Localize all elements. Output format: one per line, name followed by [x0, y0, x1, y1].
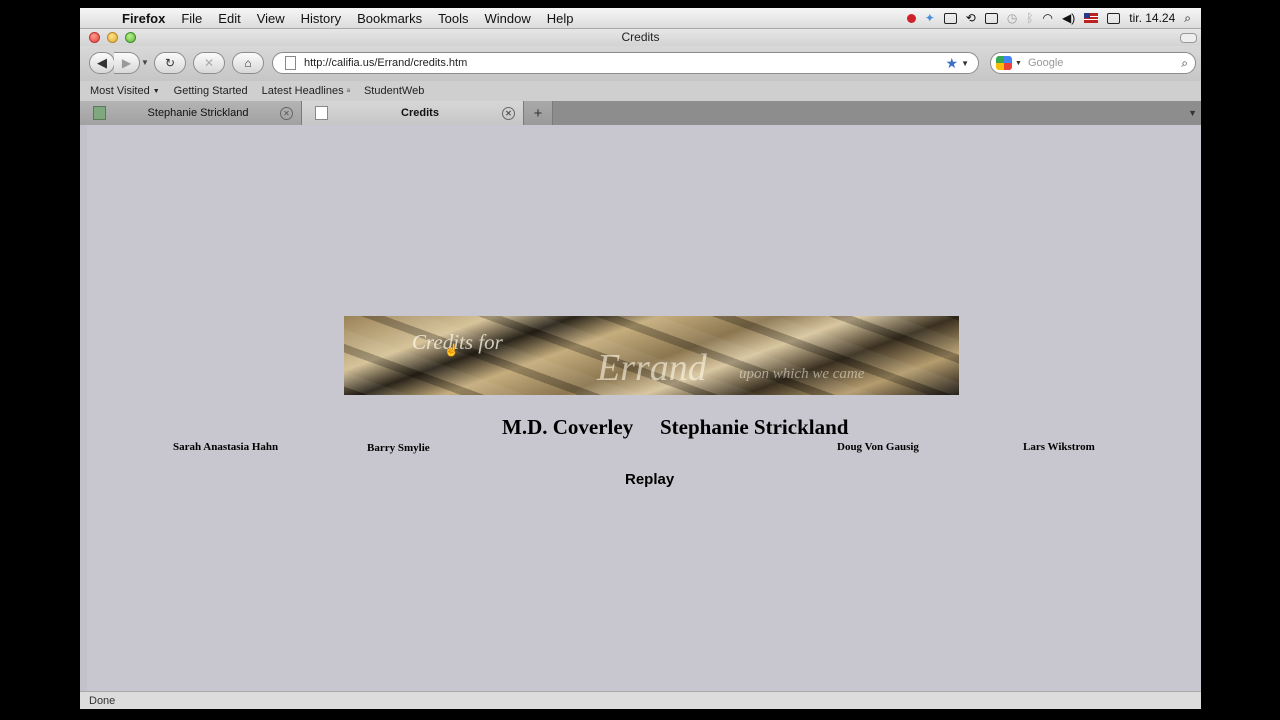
tab-label: Stephanie Strickland — [147, 107, 249, 119]
back-arrow-icon: ◀ — [97, 55, 107, 70]
history-dropdown-icon[interactable]: ▼ — [141, 58, 149, 67]
engine-dropdown-icon[interactable]: ▼ — [1015, 60, 1022, 67]
home-icon: ⌂ — [244, 56, 252, 70]
menu-bookmarks[interactable]: Bookmarks — [349, 11, 430, 26]
credit-md-coverley[interactable]: M.D. Coverley — [502, 415, 633, 440]
dropbox-icon[interactable]: ✦ — [925, 11, 935, 25]
close-window-button[interactable] — [89, 32, 100, 43]
bluetooth-icon[interactable]: ᛒ — [1026, 11, 1033, 25]
tab-bar: Stephanie Strickland ✕ Credits ✕ + ▼ — [80, 101, 1201, 125]
credits-banner-image: Credits for Errand upon which we came ☝ — [344, 316, 959, 395]
forward-button[interactable]: ▶ — [114, 52, 140, 74]
window-title: Credits — [621, 30, 660, 44]
menu-history[interactable]: History — [293, 11, 349, 26]
tab-stephanie-strickland[interactable]: Stephanie Strickland ✕ — [80, 101, 302, 125]
wifi-icon[interactable]: ◠ — [1043, 11, 1053, 25]
rss-icon: ᵃ — [346, 86, 350, 96]
close-tab-icon[interactable]: ✕ — [502, 106, 515, 120]
status-text: Done — [89, 695, 116, 707]
credit-stephanie-strickland[interactable]: Stephanie Strickland — [660, 415, 848, 440]
sync-icon[interactable]: ⟲ — [966, 11, 976, 25]
google-engine-icon[interactable] — [996, 56, 1012, 70]
status-bar: Done — [80, 691, 1201, 709]
banner-title: Errand — [597, 347, 707, 389]
banner-subtitle: upon which we came — [739, 366, 865, 382]
bookmark-most-visited[interactable]: Most Visited ▼ — [90, 85, 160, 97]
credit-doug-von-gausig[interactable]: Doug Von Gausig — [837, 441, 919, 453]
status-menu-area: ✦ ⟲ ◷ ᛒ ◠ ◀) tir. 14.24 ⌕ — [906, 11, 1201, 26]
reload-button[interactable]: ↻ — [154, 52, 186, 74]
window-controls — [89, 32, 136, 43]
search-placeholder[interactable]: Google — [1028, 57, 1063, 69]
navigation-toolbar: ◀ ▶ ▼ ↻ ✕ ⌂ http://califia.us/Errand/cre… — [80, 46, 1201, 81]
replay-link[interactable]: Replay — [625, 471, 674, 488]
time-machine-icon[interactable]: ◷ — [1007, 11, 1017, 25]
spotlight-icon[interactable]: ⌕ — [1184, 11, 1191, 26]
hand-cursor-icon: ☝ — [444, 343, 459, 357]
input-source-flag-icon[interactable] — [1084, 13, 1099, 23]
search-icon[interactable]: ⌕ — [1181, 56, 1188, 71]
menu-tools[interactable]: Tools — [430, 11, 476, 26]
address-bar[interactable]: http://califia.us/Errand/credits.htm ★ ▼ — [272, 52, 979, 74]
back-button[interactable]: ◀ — [89, 52, 115, 74]
title-bar: Credits — [80, 29, 1201, 46]
minimize-window-button[interactable] — [107, 32, 118, 43]
menubar-clock[interactable]: tir. 14.24 — [1129, 11, 1175, 25]
toolbar-toggle-button[interactable] — [1180, 33, 1197, 43]
new-tab-button[interactable]: + — [524, 101, 553, 125]
blank-page-icon — [315, 106, 328, 120]
menu-edit[interactable]: Edit — [210, 11, 248, 26]
page-icon — [285, 56, 296, 70]
display-icon[interactable] — [943, 12, 957, 24]
credit-lars-wikstrom[interactable]: Lars Wikstrom — [1023, 441, 1095, 453]
favicon-icon — [93, 106, 106, 120]
stop-icon: ✕ — [203, 56, 215, 70]
page-content: Credits for Errand upon which we came ☝ … — [80, 125, 1201, 691]
reload-icon: ↻ — [164, 56, 176, 70]
bookmark-studentweb[interactable]: StudentWeb — [364, 85, 424, 97]
menu-window[interactable]: Window — [477, 11, 539, 26]
bookmark-star-icon[interactable]: ★ — [946, 55, 959, 72]
credit-sarah-anastasia-hahn[interactable]: Sarah Anastasia Hahn — [173, 441, 278, 453]
menu-file[interactable]: File — [173, 11, 210, 26]
browser-window: Credits ◀ ▶ ▼ ↻ ✕ ⌂ http://califia.us/Er… — [80, 29, 1201, 709]
chevron-down-icon: ▼ — [152, 87, 160, 95]
address-url[interactable]: http://califia.us/Errand/credits.htm — [304, 57, 946, 69]
mac-menu-bar: Firefox File Edit View History Bookmarks… — [80, 8, 1201, 29]
list-all-tabs-icon[interactable]: ▼ — [1188, 108, 1197, 118]
tab-credits[interactable]: Credits ✕ — [302, 101, 524, 125]
bookmarks-toolbar: Most Visited ▼ Getting Started Latest Hea… — [80, 81, 1201, 101]
credit-barry-smylie[interactable]: Barry Smylie — [367, 442, 430, 454]
bookmark-label: Most Visited — [90, 85, 150, 97]
bookmark-latest-headlines[interactable]: Latest Headlines ᵃ — [262, 85, 350, 97]
home-button[interactable]: ⌂ — [232, 52, 264, 74]
tab-label: Credits — [401, 107, 439, 119]
zoom-window-button[interactable] — [125, 32, 136, 43]
stop-button[interactable]: ✕ — [193, 52, 225, 74]
url-dropdown-icon[interactable]: ▼ — [961, 59, 969, 68]
forward-arrow-icon: ▶ — [121, 56, 132, 70]
menu-app-name[interactable]: Firefox — [114, 11, 173, 26]
close-tab-icon[interactable]: ✕ — [280, 106, 293, 120]
record-icon[interactable] — [906, 13, 916, 23]
volume-icon[interactable]: ◀) — [1062, 11, 1075, 25]
menu-view[interactable]: View — [249, 11, 293, 26]
bookmark-label: Latest Headlines — [261, 85, 344, 97]
battery-icon[interactable] — [1107, 12, 1121, 24]
menu-help[interactable]: Help — [539, 11, 582, 26]
screen-icon[interactable] — [984, 12, 998, 24]
plus-icon: + — [533, 104, 543, 122]
search-bar[interactable]: ▼ Google ⌕ — [990, 52, 1196, 74]
bookmark-getting-started[interactable]: Getting Started — [174, 85, 248, 97]
